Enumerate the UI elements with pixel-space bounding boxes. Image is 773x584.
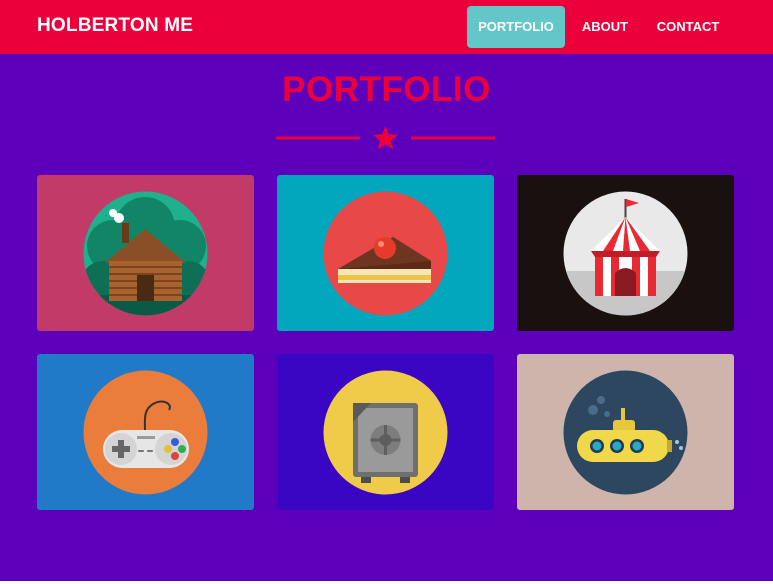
cake-slice-icon bbox=[323, 191, 448, 316]
navbar: HOLBERTON ME PORTFOLIO ABOUT CONTACT bbox=[0, 0, 773, 54]
section-title: PORTFOLIO bbox=[282, 70, 491, 109]
circus-tent-icon bbox=[563, 191, 688, 316]
portfolio-item-cake[interactable] bbox=[277, 175, 494, 331]
submarine-icon bbox=[563, 370, 688, 495]
portfolio-item-cabin[interactable] bbox=[37, 175, 254, 331]
star-icon bbox=[373, 126, 398, 150]
nav-portfolio[interactable]: PORTFOLIO bbox=[467, 6, 565, 48]
nav-contact[interactable]: CONTACT bbox=[648, 6, 728, 48]
nav-about[interactable]: ABOUT bbox=[573, 6, 637, 48]
portfolio-item-safe[interactable] bbox=[277, 354, 494, 510]
log-cabin-icon bbox=[83, 191, 208, 316]
star-divider bbox=[276, 126, 495, 150]
portfolio-item-submarine[interactable] bbox=[517, 354, 734, 510]
brand-logo[interactable]: HOLBERTON ME bbox=[37, 15, 193, 37]
portfolio-item-circus[interactable] bbox=[517, 175, 734, 331]
portfolio-item-controller[interactable] bbox=[37, 354, 254, 510]
safe-icon bbox=[323, 370, 448, 495]
game-controller-icon bbox=[83, 370, 208, 495]
